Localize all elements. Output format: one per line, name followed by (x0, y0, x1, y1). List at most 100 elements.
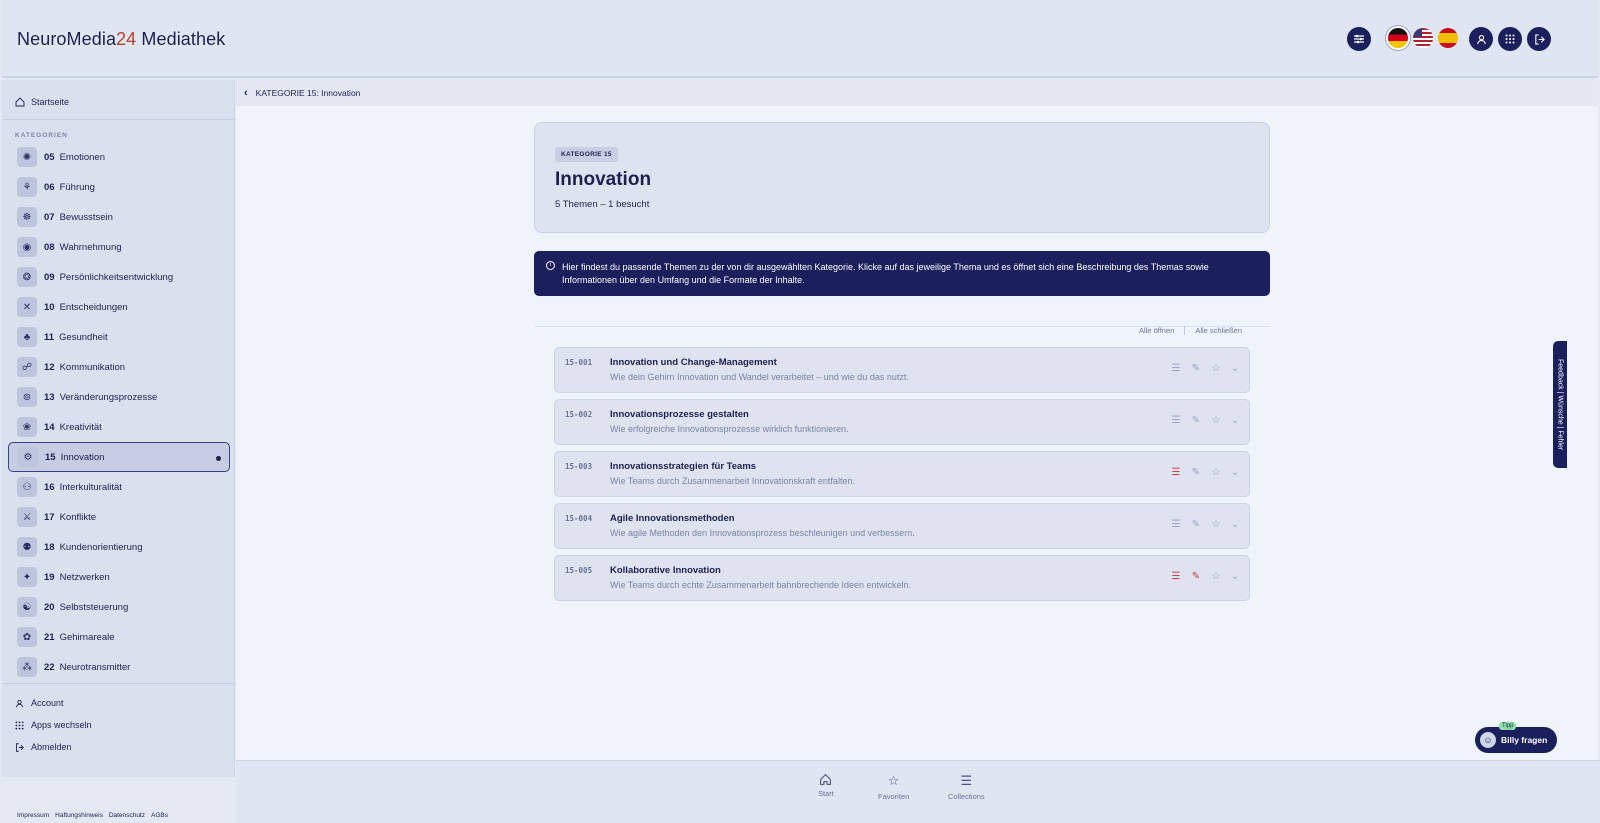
sidebar-item-veraenderungsprozesse[interactable]: ⊚ 13 Veränderungsprozesse (8, 382, 230, 412)
topic-description: Wie erfolgreiche Innovationsprozesse wir… (610, 424, 849, 434)
sidebar-item-home[interactable]: Startseite (15, 97, 69, 107)
apps-grid-icon (1505, 34, 1515, 44)
edit-icon[interactable]: ✎ (1189, 519, 1203, 530)
chevron-down-icon[interactable]: ⌄ (1228, 467, 1242, 478)
topic-title: Innovation und Change-Management (610, 357, 777, 368)
category-label: Veränderungsprozesse (59, 391, 158, 403)
sidebar-item-logout[interactable]: Abmelden (15, 736, 92, 758)
list-icon[interactable]: ☰ (1169, 415, 1183, 426)
topic-code: 15-002 (565, 410, 593, 419)
flag-de-button[interactable] (1388, 28, 1408, 48)
breadcrumb-label: KATEGORIE 15: Innovation (255, 88, 361, 98)
feedback-tab[interactable]: Feedback | Wünsche | Fehler (1553, 341, 1567, 468)
star-icon[interactable]: ☆ (1209, 571, 1223, 582)
sidebar-item-kundenorientierung[interactable]: ⚉ 18 Kundenorientierung (8, 532, 230, 562)
topic-code: 15-001 (565, 358, 593, 367)
category-label: Persönlichkeitsentwicklung (59, 271, 174, 283)
nav-start[interactable]: Start (818, 773, 834, 798)
category-number: 10 (44, 301, 55, 313)
topic-list: 15-001 Innovation und Change-Management … (554, 347, 1250, 607)
category-icon: ⊚ (17, 387, 37, 407)
list-icon[interactable]: ☰ (1169, 519, 1183, 530)
category-number: 16 (44, 481, 55, 493)
sidebar-item-neurotransmitter[interactable]: ⁂ 22 Neurotransmitter (8, 652, 230, 682)
topic-code: 15-003 (565, 462, 593, 471)
sidebar-item-fuehrung[interactable]: ⚘ 06 Führung (8, 172, 230, 202)
list-icon[interactable]: ☰ (1169, 571, 1183, 582)
list-icon[interactable]: ☰ (1169, 363, 1183, 374)
category-number: 07 (44, 211, 55, 223)
star-icon[interactable]: ☆ (1209, 415, 1223, 426)
flag-us-button[interactable] (1413, 28, 1433, 48)
open-all-button[interactable]: Alle öffnen (1139, 326, 1174, 335)
edit-icon[interactable]: ✎ (1189, 363, 1203, 374)
sidebar-item-kreativitaet[interactable]: ❀ 14 Kreativität (8, 412, 230, 442)
topic-description: Wie Teams durch echte Zusammenarbeit bah… (610, 580, 912, 590)
category-label: Bewusstsein (59, 211, 113, 223)
footer-link-impressum[interactable]: Impressum (17, 812, 49, 819)
category-icon: ⚇ (17, 477, 37, 497)
list-actions: Alle öffnen Alle schließen (1139, 326, 1242, 335)
info-banner: i Hier findest du passende Themen zu der… (534, 251, 1270, 296)
account-button[interactable] (1469, 27, 1493, 51)
user-icon (16, 699, 23, 707)
sidebar-item-selbststeuerung[interactable]: ☯ 20 Selbststeuerung (8, 592, 230, 622)
sidebar-bottom-menu: Account Apps wechseln Abmelden (15, 692, 92, 758)
star-icon[interactable]: ☆ (1209, 467, 1223, 478)
back-chevron-icon[interactable]: ‹ (244, 87, 248, 99)
category-icon: ☍ (17, 357, 37, 377)
sidebar-item-gehirnareale[interactable]: ✿ 21 Gehirnareale (8, 622, 230, 652)
nav-collections[interactable]: ☰ Collections (948, 773, 985, 801)
list-icon: ☰ (960, 773, 973, 788)
edit-icon[interactable]: ✎ (1189, 415, 1203, 426)
divider (2, 119, 235, 120)
sidebar-item-innovation[interactable]: ⚙ 15 Innovation (8, 442, 230, 472)
settings-button[interactable] (1347, 27, 1371, 51)
footer-link-haftung[interactable]: Haftungshinweis (55, 812, 103, 819)
footer-link-datenschutz[interactable]: Datenschutz (109, 812, 145, 819)
close-all-button[interactable]: Alle schließen (1195, 326, 1242, 335)
chevron-down-icon[interactable]: ⌄ (1228, 415, 1242, 426)
sidebar-item-persoenlichkeitsentwicklung[interactable]: ❂ 09 Persönlichkeitsentwicklung (8, 262, 230, 292)
brand-part3: Mediathek (136, 29, 226, 49)
edit-icon[interactable]: ✎ (1189, 467, 1203, 478)
sidebar-item-emotionen[interactable]: ✺ 05 Emotionen (8, 142, 230, 172)
sidebar-item-apps[interactable]: Apps wechseln (15, 714, 92, 736)
list-icon[interactable]: ☰ (1169, 467, 1183, 478)
topic-row[interactable]: 15-004 Agile Innovationsmethoden Wie agi… (554, 503, 1250, 549)
edit-icon[interactable]: ✎ (1189, 571, 1203, 582)
brand-logo[interactable]: NeuroMedia24 Mediathek (17, 29, 225, 50)
sidebar-item-interkulturalitaet[interactable]: ⚇ 16 Interkulturalität (8, 472, 230, 502)
sidebar-item-kommunikation[interactable]: ☍ 12 Kommunikation (8, 352, 230, 382)
topic-row[interactable]: 15-003 Innovationsstrategien für Teams W… (554, 451, 1250, 497)
page-title: Innovation (555, 169, 652, 190)
topic-row[interactable]: 15-001 Innovation und Change-Management … (554, 347, 1250, 393)
sidebar-item-entscheidungen[interactable]: ✕ 10 Entscheidungen (8, 292, 230, 322)
chevron-down-icon[interactable]: ⌄ (1228, 363, 1242, 374)
category-icon: ☸ (17, 207, 37, 227)
sidebar-item-account[interactable]: Account (15, 692, 92, 714)
apps-button[interactable] (1498, 27, 1522, 51)
topic-row[interactable]: 15-002 Innovationsprozesse gestalten Wie… (554, 399, 1250, 445)
sidebar-item-gesundheit[interactable]: ♣ 11 Gesundheit (8, 322, 230, 352)
chevron-down-icon[interactable]: ⌄ (1228, 519, 1242, 530)
sidebar-item-bewusstsein[interactable]: ☸ 07 Bewusstsein (8, 202, 230, 232)
chevron-down-icon[interactable]: ⌄ (1228, 571, 1242, 582)
category-number: 19 (44, 571, 55, 583)
star-icon[interactable]: ☆ (1209, 363, 1223, 374)
sidebar-item-netzwerken[interactable]: ✦ 19 Netzwerken (8, 562, 230, 592)
divider (2, 683, 235, 684)
flag-es-button[interactable] (1438, 28, 1458, 48)
billy-chat-button[interactable]: Tipp ☺ Billy fragen (1475, 722, 1557, 753)
topic-row[interactable]: 15-005 Kollaborative Innovation Wie Team… (554, 555, 1250, 601)
category-label: Gesundheit (59, 331, 108, 343)
star-icon[interactable]: ☆ (1209, 519, 1223, 530)
nav-favoriten[interactable]: ☆ Favoriten (878, 773, 909, 801)
sidebar-item-wahrnehmung[interactable]: ◉ 08 Wahrnehmung (8, 232, 230, 262)
category-label: Führung (59, 181, 95, 193)
logout-button[interactable] (1527, 27, 1551, 51)
category-icon: ⁂ (17, 657, 37, 677)
category-icon: ✿ (17, 627, 37, 647)
footer-link-agb[interactable]: AGBs (151, 812, 168, 819)
sidebar-item-konflikte[interactable]: ⚔ 17 Konflikte (8, 502, 230, 532)
